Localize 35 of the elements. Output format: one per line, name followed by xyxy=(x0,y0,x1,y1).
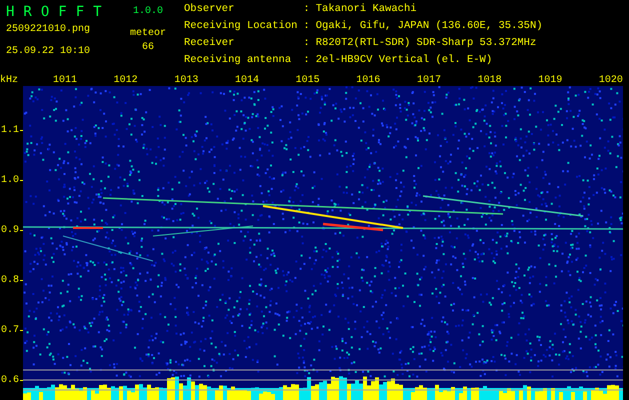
info-separator: : xyxy=(303,55,310,68)
x-tick-label: 1016 xyxy=(356,75,380,86)
y-tick-label: 1.1 xyxy=(0,124,19,136)
info-separator: : xyxy=(303,4,310,17)
y-tick-label: 0.9 xyxy=(0,224,19,236)
x-tick-label: 1018 xyxy=(478,75,502,86)
x-tick-label: 1017 xyxy=(416,75,441,86)
x-tick-label: 1014 xyxy=(234,75,259,86)
x-tick-label: 1019 xyxy=(538,75,562,86)
file-name: 2509221010.png xyxy=(6,24,92,36)
y-tick-label: 0.6 xyxy=(0,374,19,386)
meteor-count: 66 xyxy=(142,42,154,54)
timestamp: 25.09.22 10:10 xyxy=(6,46,92,58)
info-value: 2el-HB9CV Vertical (el. E-W) xyxy=(316,55,494,68)
info-separator: : xyxy=(303,38,310,51)
info-label: Receiver xyxy=(184,38,236,51)
y-tick-label: 0.7 xyxy=(0,324,19,336)
x-tick-label: 1020 xyxy=(598,75,623,86)
info-separator: : xyxy=(303,21,310,34)
info-value: Takanori Kawachi xyxy=(316,4,418,17)
info-label: Observer xyxy=(184,4,236,17)
x-tick-label: 1011 xyxy=(53,75,78,86)
x-tick-label: 1013 xyxy=(174,75,198,86)
info-label: Receiving Location xyxy=(184,21,298,34)
app-version: 1.0.0 xyxy=(132,5,163,19)
info-label: Receiving antenna xyxy=(184,55,292,68)
x-tick-label: 1015 xyxy=(296,75,320,86)
y-tick-label: 1.0 xyxy=(0,174,19,186)
info-value: Ogaki, Gifu, JAPAN (136.60E, 35.35N) xyxy=(316,21,543,34)
info-value: R820T2(RTL-SDR) SDR-Sharp 53.372MHz xyxy=(316,38,538,51)
y-tick-label: 0.8 xyxy=(0,274,19,286)
app-title: HROFFT xyxy=(6,4,112,20)
x-tick-label: 1012 xyxy=(114,75,138,86)
count-label: meteor xyxy=(130,28,166,40)
axis-unit: kHz xyxy=(0,75,20,86)
